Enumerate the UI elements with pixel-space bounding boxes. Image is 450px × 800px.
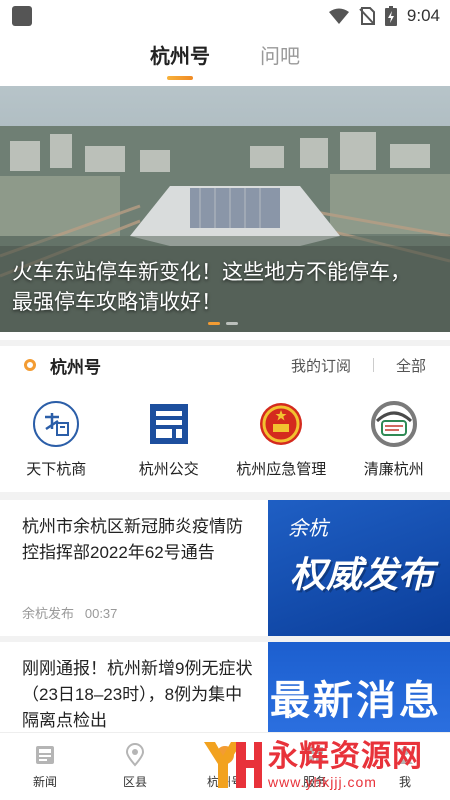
channel-item-qinglian-hangzhou[interactable]: 清廉杭州 bbox=[338, 398, 450, 484]
banner-carousel[interactable]: 火车东站停车新变化！这些地方不能停车，最强停车攻略请收好！ bbox=[0, 86, 450, 332]
divider bbox=[372, 358, 374, 372]
article-text: 刚刚通报！杭州新增9例无症状（23日18–23时），8例为集中隔离点检出 bbox=[0, 642, 268, 732]
tab-label: 问吧 bbox=[260, 46, 300, 68]
top-tabs: 杭州号 问吧 bbox=[0, 40, 450, 86]
nav-label: 新闻 bbox=[32, 775, 57, 789]
watermark-url: www.yhkjjj.com bbox=[268, 774, 377, 790]
qinglian-hangzhou-logo-icon bbox=[368, 398, 420, 450]
channel-list: 天下杭商 杭州公交 杭州应急管理 清廉杭州 bbox=[0, 398, 450, 484]
channel-item-hangzhou-emergency[interactable]: 杭州应急管理 bbox=[225, 398, 338, 484]
no-sim-icon bbox=[359, 7, 375, 25]
banner-title: 火车东站停车新变化！这些地方不能停车，最强停车攻略请收好！ bbox=[12, 261, 411, 314]
status-time: 9:04 bbox=[406, 6, 440, 25]
section-divider bbox=[0, 492, 450, 500]
watermark-text: 永辉资源网 bbox=[268, 740, 423, 773]
article-thumbnail: 最新消息 bbox=[268, 642, 450, 732]
wifi-icon bbox=[328, 8, 349, 24]
article-thumbnail: 余杭 权威发布 bbox=[268, 500, 450, 636]
nav-label: 区县 bbox=[122, 775, 147, 789]
thumbnail-text: 权威发布 bbox=[290, 554, 435, 596]
article-time: 00:37 bbox=[84, 606, 118, 621]
section-title: 杭州号 bbox=[50, 357, 101, 377]
tab-wenba[interactable]: 问吧 bbox=[260, 40, 300, 80]
tab-hangzhou-hao[interactable]: 杭州号 bbox=[150, 40, 210, 80]
thumbnail-logo-text: 余杭 bbox=[288, 516, 328, 540]
tab-label: 杭州号 bbox=[150, 46, 210, 68]
article-meta: 余杭发布 00:37 bbox=[22, 603, 117, 622]
article-title: 杭州市余杭区新冠肺炎疫情防控指挥部2022年62号通告 bbox=[22, 517, 243, 562]
article-item[interactable]: 杭州市余杭区新冠肺炎疫情防控指挥部2022年62号通告 余杭发布 00:37 余… bbox=[0, 500, 450, 636]
hangzhou-bus-logo-icon bbox=[143, 398, 195, 450]
watermark-logo-icon bbox=[200, 736, 262, 794]
tianxia-hangshang-logo-icon bbox=[30, 398, 82, 450]
carousel-indicator bbox=[208, 322, 238, 325]
section-bullet-icon bbox=[24, 359, 36, 371]
watermark: 永辉资源网 www.yhkjjj.com bbox=[200, 734, 430, 796]
channel-item-hangzhou-bus[interactable]: 杭州公交 bbox=[113, 398, 226, 484]
nav-item-district[interactable]: 区县 bbox=[90, 733, 180, 800]
section-header: 杭州号 我的订阅 全部 bbox=[0, 340, 450, 384]
article-text: 杭州市余杭区新冠肺炎疫情防控指挥部2022年62号通告 余杭发布 00:37 bbox=[0, 500, 268, 636]
active-tab-indicator bbox=[167, 76, 193, 80]
channel-name: 清廉杭州 bbox=[363, 461, 424, 478]
national-emblem-icon bbox=[255, 398, 307, 450]
thumbnail-text: 最新消息 bbox=[270, 679, 442, 723]
article-item[interactable]: 刚刚通报！杭州新增9例无症状（23日18–23时），8例为集中隔离点检出 最新消… bbox=[0, 642, 450, 732]
battery-charging-icon bbox=[384, 6, 397, 26]
channel-item-tianxia-hangshang[interactable]: 天下杭商 bbox=[0, 398, 113, 484]
location-pin-icon bbox=[123, 743, 147, 767]
channel-name: 杭州公交 bbox=[138, 461, 199, 478]
carousel-dot bbox=[226, 322, 238, 325]
channel-name: 杭州应急管理 bbox=[236, 461, 327, 478]
all-link[interactable]: 全部 bbox=[396, 355, 426, 376]
my-subscriptions-link[interactable]: 我的订阅 bbox=[291, 355, 351, 376]
channel-name: 天下杭商 bbox=[26, 461, 87, 478]
carousel-dot-active bbox=[208, 322, 220, 325]
article-title: 刚刚通报！杭州新增9例无症状（23日18–23时），8例为集中隔离点检出 bbox=[22, 659, 253, 730]
nav-item-news[interactable]: 新闻 bbox=[0, 733, 90, 800]
news-icon bbox=[33, 743, 57, 767]
status-bar: 9:04 bbox=[0, 0, 450, 32]
article-source: 余杭发布 bbox=[22, 606, 75, 621]
notification-icon bbox=[12, 6, 32, 26]
